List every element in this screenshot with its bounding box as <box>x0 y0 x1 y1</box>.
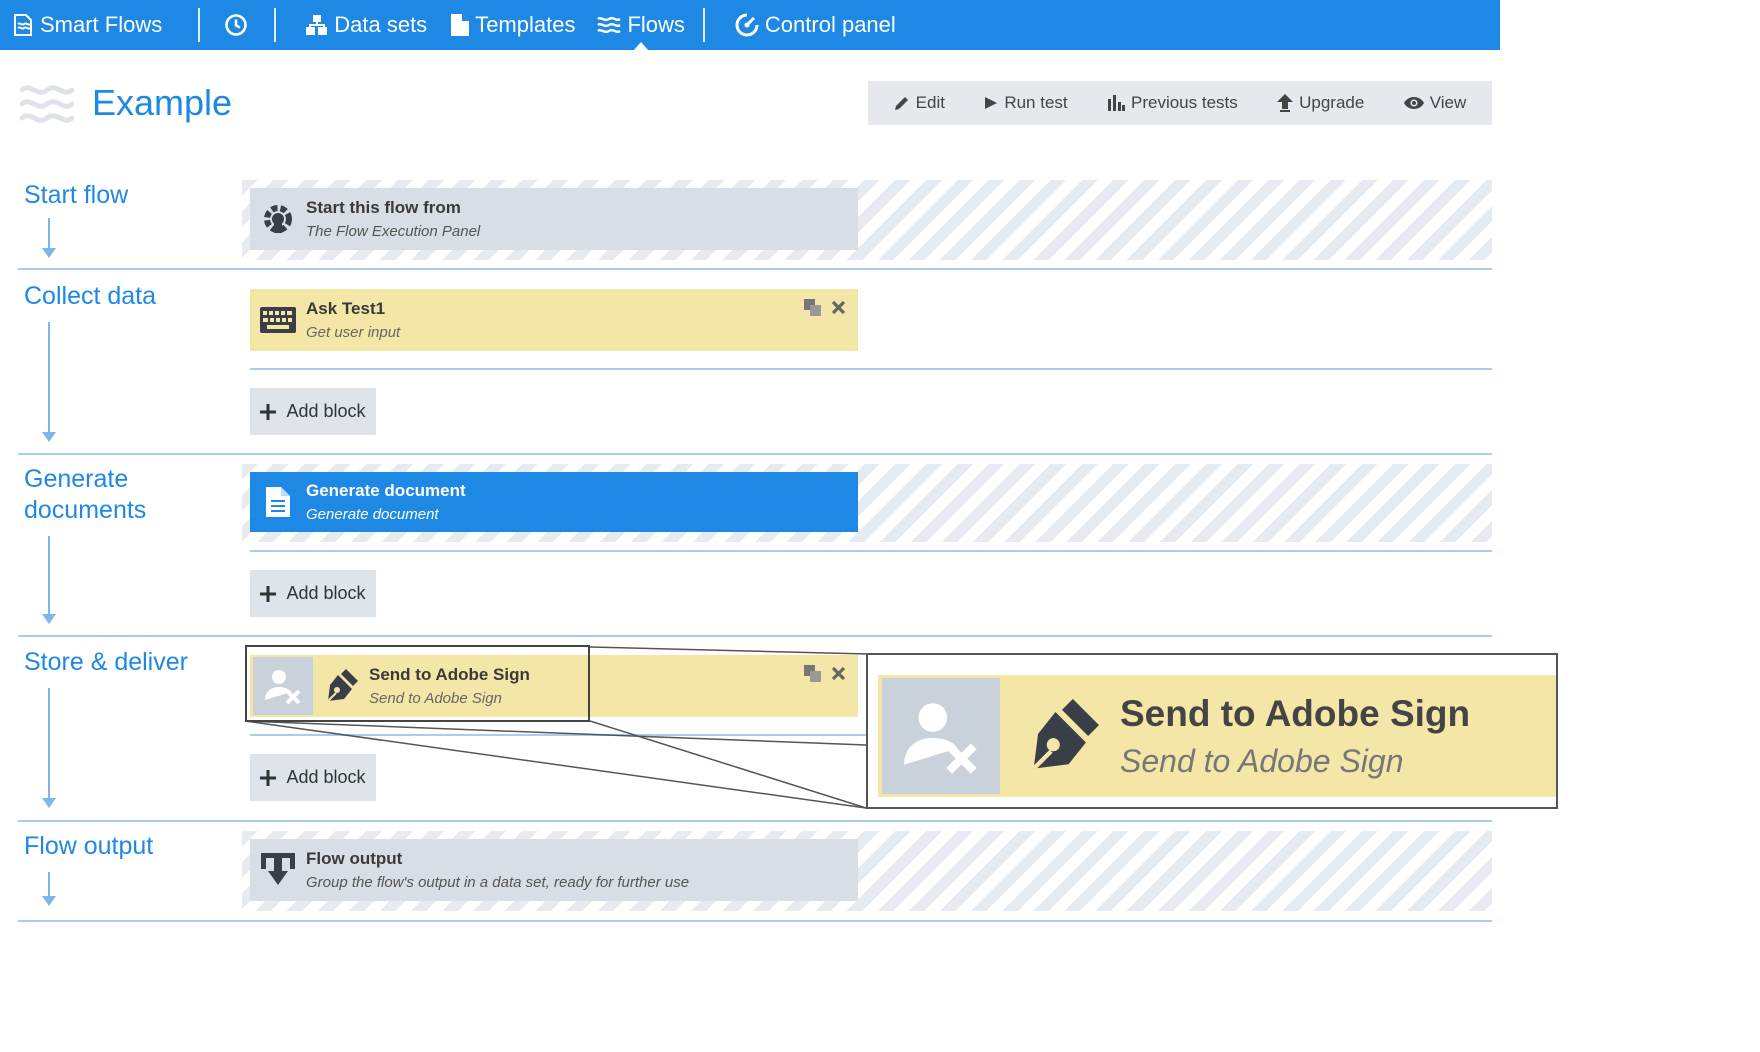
zoom-status <box>882 678 1000 794</box>
zoom-callout: Send to Adobe Sign Send to Adobe Sign <box>866 653 1558 809</box>
zoom-block: Send to Adobe Sign Send to Adobe Sign <box>878 675 1556 797</box>
callout-highlight <box>245 645 590 722</box>
callout-connector <box>244 646 869 809</box>
zoom-subtitle: Send to Adobe Sign <box>1120 742 1404 779</box>
pen-nib-icon <box>1032 699 1099 771</box>
user-remove-icon <box>904 703 977 774</box>
zoom-title: Send to Adobe Sign <box>1120 692 1471 734</box>
